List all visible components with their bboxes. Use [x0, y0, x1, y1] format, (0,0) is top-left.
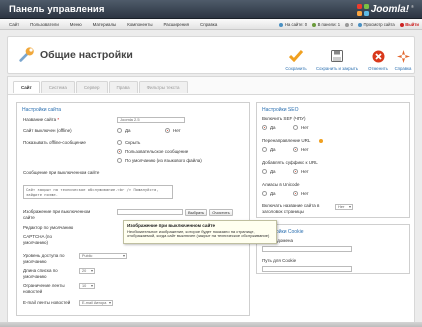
site-name-input[interactable]: Joomla 2.5	[117, 117, 185, 123]
site-settings-fieldset: Настройки сайта Название сайта * Joomla …	[16, 102, 250, 316]
checkmark-icon	[289, 49, 303, 63]
rewrite-no-radio[interactable]: Нет	[293, 147, 309, 152]
rewrite-label: Перенаправление URL	[262, 138, 324, 144]
offline-yes-radio[interactable]: Да	[117, 128, 131, 133]
cookie-settings-fieldset: Настройки Cookie Cookie домена Путь для …	[256, 224, 410, 274]
feed-email-select[interactable]: E-mail Автора	[79, 300, 113, 306]
tooltip-body: Необязательное изображение, которое буде…	[127, 228, 270, 239]
menu-content[interactable]: Материалы	[88, 22, 123, 27]
tabs-panel: Сайт Система Сервер Права Фильтры текста	[7, 76, 415, 94]
seo-settings-legend: Настройки SEO	[262, 107, 299, 113]
sef-label: Включить SEF (ЧПУ)	[262, 116, 306, 121]
floppy-icon	[330, 49, 344, 63]
logout-link[interactable]: Выйти	[399, 22, 419, 27]
monitor-icon	[357, 22, 362, 27]
cancel-icon	[371, 49, 385, 63]
tooltip-title: Изображение при выключенном сайте	[127, 223, 216, 228]
cookie-path-label: Путь для Cookie	[262, 258, 297, 263]
site-settings-legend: Настройки сайта	[22, 107, 61, 113]
sef-no-radio[interactable]: Нет	[293, 125, 309, 130]
offline-msg-label: Показывать offline-сообщение	[23, 140, 86, 145]
editor-label: Редактор по умолчанию	[23, 225, 74, 230]
menu-components[interactable]: Компоненты	[122, 22, 158, 27]
feed-limit-select[interactable]: 10	[79, 283, 95, 289]
sef-yes-radio[interactable]: Да	[262, 125, 276, 130]
tab-server[interactable]: Сервер	[75, 81, 108, 93]
menu-site[interactable]: Сайт	[4, 22, 25, 27]
clear-image-button[interactable]: Очистить	[209, 208, 233, 216]
tab-system[interactable]: Система	[40, 81, 75, 93]
unicode-yes-radio[interactable]: Да	[262, 191, 276, 196]
mail-icon	[345, 22, 350, 27]
offline-image-tooltip: Изображение при выключенном сайте Необяз…	[123, 220, 277, 244]
unicode-label: Алиасы в Unicode	[262, 182, 300, 187]
save-close-button[interactable]: Сохранить и закрыть	[312, 43, 362, 71]
joomla-logo[interactable]: Joomla! ®	[356, 3, 414, 16]
logo-text: Joomla!	[370, 4, 410, 15]
offline-label: Сайт выключен (offline)	[23, 128, 72, 133]
offline-text-label: Сообщение при выключенном сайте	[23, 170, 100, 175]
menu-users[interactable]: Пользователи	[25, 22, 65, 27]
offline-no-radio[interactable]: Нет	[165, 128, 181, 133]
view-site-link[interactable]: Просмотр сайта	[357, 22, 395, 27]
suffix-no-radio[interactable]: Нет	[293, 169, 309, 174]
control-panel-title: Панель управления	[9, 4, 105, 15]
cancel-button[interactable]: Отменить	[366, 43, 390, 71]
wrench-icon	[19, 47, 34, 62]
page-bottom-edge	[0, 322, 422, 327]
suffix-label: Добавлять суффикс к URL	[262, 160, 318, 165]
sitename-title-select[interactable]: Нет	[335, 204, 353, 210]
suffix-yes-radio[interactable]: Да	[262, 169, 276, 174]
access-label: Уровень доступа по умолчанию	[23, 253, 65, 264]
access-select[interactable]: Public	[79, 253, 127, 259]
main-menu-bar: Сайт Пользователи Меню Материалы Компоне…	[0, 19, 422, 30]
admin-icon	[312, 22, 317, 27]
power-icon	[399, 22, 404, 27]
select-image-button[interactable]: Выбрать	[185, 208, 207, 216]
cookie-path-input[interactable]	[262, 266, 352, 272]
tab-site[interactable]: Сайт	[13, 81, 40, 93]
feed-email-label: E-mail ленты новостей	[23, 300, 71, 305]
captcha-label: CAPTCHA (по умолчанию)	[23, 234, 52, 245]
menu-menus[interactable]: Меню	[65, 22, 88, 27]
feed-limit-label: Ограничение ленты новостей	[23, 283, 65, 294]
help-button[interactable]: Справка	[392, 43, 414, 71]
save-button[interactable]: Сохранить	[282, 43, 310, 71]
page-toolbar: Общие настройки Сохранить Сохранить и за…	[7, 36, 415, 74]
list-length-select[interactable]: 20	[79, 268, 95, 274]
status-messages[interactable]: 0	[345, 22, 353, 27]
admin-header: Панель управления Joomla! ®	[0, 0, 422, 19]
tab-text-filters[interactable]: Фильтры текста	[138, 81, 188, 93]
tab-permissions[interactable]: Права	[108, 81, 138, 93]
menu-extensions[interactable]: Расширения	[158, 22, 195, 27]
offline-msg-custom-radio[interactable]: Пользовательское сообщение	[117, 149, 188, 154]
site-name-label: Название сайта *	[23, 117, 60, 122]
sitename-title-label: Включать название сайта в заголовок стра…	[262, 203, 320, 214]
page-title: Общие настройки	[40, 49, 133, 61]
users-icon	[279, 22, 284, 27]
status-admin-users: В панели: 1	[312, 22, 340, 27]
seo-settings-fieldset: Настройки SEO Включить SEF (ЧПУ) Да Нет …	[256, 102, 410, 218]
rewrite-yes-radio[interactable]: Да	[262, 147, 276, 152]
offline-text-area[interactable]: Сайт закрыт на техническое обслуживание.…	[23, 185, 173, 199]
cookie-domain-input[interactable]	[262, 246, 352, 252]
help-icon	[396, 49, 410, 63]
unicode-no-radio[interactable]: Нет	[293, 191, 309, 196]
warning-icon	[319, 138, 324, 143]
offline-image-input[interactable]	[117, 209, 183, 215]
menu-help[interactable]: Справка	[195, 22, 223, 27]
offline-msg-default-radio[interactable]: По умолчанию (из языкового файла)	[117, 158, 202, 163]
offline-msg-hide-radio[interactable]: Скрыть	[117, 140, 140, 145]
status-site-users: На сайте: 0	[279, 22, 307, 27]
joomla-logo-icon	[356, 3, 369, 16]
offline-image-label: Изображение при выключенном сайте	[23, 209, 91, 220]
list-length-label: Длина списка по умолчанию	[23, 268, 58, 279]
